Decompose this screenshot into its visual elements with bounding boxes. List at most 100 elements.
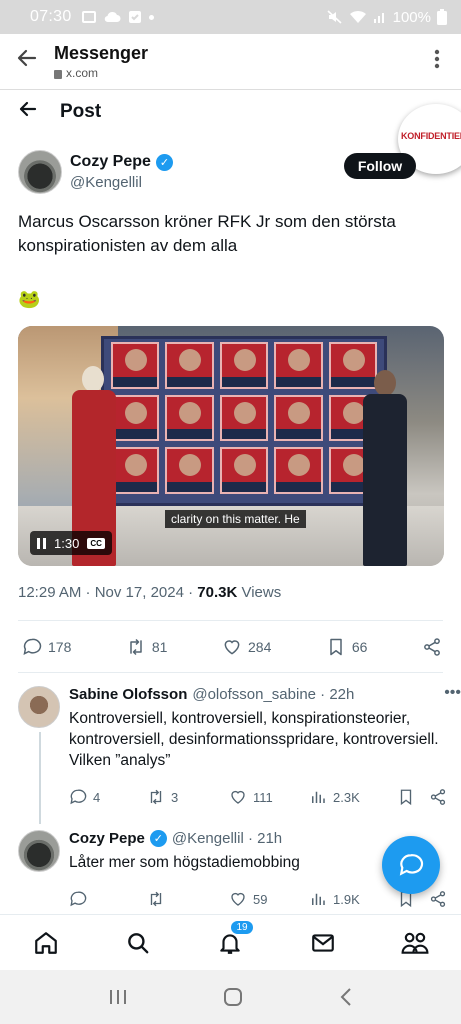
presenter-man <box>360 370 410 566</box>
avatar[interactable] <box>18 830 60 872</box>
share-button[interactable] <box>429 890 447 908</box>
share-icon <box>424 638 440 656</box>
recent-apps-icon[interactable] <box>108 988 128 1006</box>
mail-icon <box>311 933 334 952</box>
more-icon[interactable]: ••• <box>444 684 461 702</box>
reply-handle-time: @Kengellil · 21h <box>171 830 283 847</box>
portrait-tile <box>219 342 269 389</box>
portrait-tile <box>274 447 323 494</box>
status-bar: 07:30 100% <box>0 0 461 34</box>
views-button[interactable]: 2.3K <box>309 788 397 806</box>
repost-count: 81 <box>151 639 168 655</box>
status-time: 07:30 <box>30 8 72 25</box>
follow-button[interactable]: Follow <box>344 153 416 179</box>
page-title: Post <box>60 101 102 122</box>
divider <box>18 672 443 673</box>
home-icon <box>35 931 57 954</box>
reply-count: 178 <box>48 639 72 655</box>
video-timestamp: 1:30 <box>54 535 80 551</box>
people-icon <box>401 932 429 954</box>
like-button[interactable]: 59 <box>229 890 309 908</box>
bottom-nav: 19 <box>0 914 461 970</box>
views-button[interactable]: 1.9K <box>309 890 397 908</box>
bookmark-button[interactable] <box>397 788 429 806</box>
reply-author-name: Sabine Olofsson <box>69 686 188 703</box>
avatar[interactable] <box>18 686 60 728</box>
tweet-text: Marcus Oscarsson kröner RFK Jr som den s… <box>18 212 396 255</box>
author-name: Cozy Pepe <box>70 153 151 170</box>
like-button[interactable]: 111 <box>229 788 309 806</box>
like-button[interactable]: 284 <box>222 637 271 657</box>
tweet-actions: 178 81 284 66 <box>22 632 442 662</box>
tweet-meta: 12:29 AM · Nov 17, 2024 · 70.3K Views <box>18 584 281 601</box>
nav-notifications[interactable]: 19 <box>210 919 254 963</box>
verified-badge-icon: ✓ <box>155 153 173 171</box>
app-bar: Messenger x.com <box>0 34 461 90</box>
like-count: 284 <box>248 639 272 655</box>
post-back-button[interactable] <box>0 99 56 125</box>
author-name-row: Cozy Pepe ✓ <box>70 153 173 171</box>
repost-icon <box>150 891 162 907</box>
share-icon <box>430 789 446 805</box>
repost-count: 3 <box>171 789 179 805</box>
bookmark-icon <box>330 638 342 656</box>
like-count: 59 <box>253 891 268 907</box>
divider <box>18 620 443 621</box>
back-chevron-icon[interactable] <box>339 987 353 1007</box>
like-count: 111 <box>253 789 273 805</box>
video-player[interactable]: clarity on this matter. He 1:30 CC <box>18 326 444 566</box>
reply-icon <box>70 789 87 805</box>
views-chart-icon <box>312 791 325 803</box>
verified-badge-icon: ✓ <box>149 830 167 847</box>
reply-button[interactable]: 178 <box>22 637 71 657</box>
wifi-icon <box>349 10 366 23</box>
portrait-tile <box>274 394 323 442</box>
video-subtitle: clarity on this matter. He <box>165 510 306 528</box>
repost-button[interactable]: 81 <box>126 637 168 657</box>
reply-author-name: Cozy Pepe <box>69 830 145 847</box>
views-count: 70.3K <box>197 584 238 601</box>
reply-header: Sabine Olofsson @olofsson_sabine · 22h <box>69 686 447 703</box>
repost-icon <box>130 638 142 656</box>
search-icon <box>128 932 149 953</box>
share-icon <box>430 891 446 907</box>
share-button[interactable] <box>429 788 447 806</box>
repost-button[interactable] <box>147 890 229 908</box>
reply-text: Kontroversiell, kontroversiell, konspira… <box>69 710 439 769</box>
reply-icon <box>70 891 87 907</box>
heart-icon <box>224 640 240 655</box>
views-count: 2.3K <box>333 789 360 805</box>
views-chart-icon <box>312 893 325 905</box>
nav-messages[interactable] <box>303 923 343 963</box>
avatar[interactable] <box>18 150 62 194</box>
closed-captions-icon[interactable]: CC <box>87 537 105 549</box>
heart-icon <box>231 892 245 906</box>
kebab-menu-icon <box>434 49 440 68</box>
home-button-icon[interactable] <box>223 987 243 1007</box>
video-controls[interactable]: 1:30 CC <box>30 531 112 555</box>
nav-search[interactable] <box>118 923 158 963</box>
more-options-button[interactable] <box>413 49 461 75</box>
compose-reply-button[interactable] <box>382 836 440 894</box>
back-button[interactable] <box>0 46 54 77</box>
bookmark-button[interactable]: 66 <box>326 637 367 657</box>
reply-button[interactable] <box>69 890 147 908</box>
views-count: 1.9K <box>333 891 360 907</box>
repost-button[interactable]: 3 <box>147 788 229 806</box>
nav-communities[interactable] <box>395 923 435 963</box>
post-header: Post <box>0 90 461 134</box>
cloud-icon <box>104 11 121 23</box>
nav-home[interactable] <box>26 923 66 963</box>
system-nav-bar <box>0 970 461 1024</box>
heart-icon <box>231 790 245 804</box>
thread-line <box>39 732 41 824</box>
dot-icon <box>148 14 154 20</box>
arrow-left-icon <box>17 49 37 67</box>
notification-badge: 19 <box>230 919 254 935</box>
portrait-tile <box>165 447 214 494</box>
battery-icon <box>437 9 447 25</box>
pause-icon[interactable] <box>37 537 46 549</box>
tweet-author[interactable]: Cozy Pepe ✓ @Kengellil <box>18 150 173 194</box>
share-button[interactable] <box>422 637 442 657</box>
reply-button[interactable]: 4 <box>69 788 147 806</box>
